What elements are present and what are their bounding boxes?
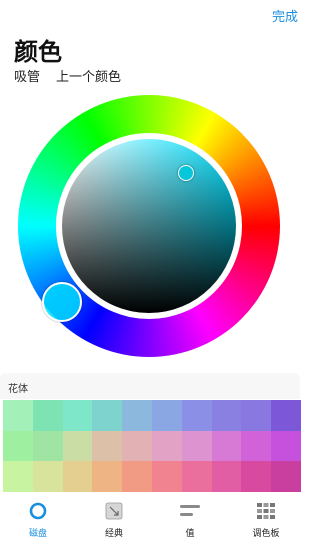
color-swatch[interactable] <box>241 461 272 492</box>
tab-label: 磁盘 <box>28 529 47 539</box>
color-swatch[interactable] <box>3 400 33 431</box>
color-swatch[interactable] <box>62 400 93 431</box>
palette-grid-icon <box>255 500 277 522</box>
color-wheel[interactable] <box>18 95 280 357</box>
color-swatch[interactable] <box>122 430 152 462</box>
color-swatch[interactable] <box>271 400 301 431</box>
color-swatch[interactable] <box>92 461 123 492</box>
color-swatch[interactable] <box>181 430 212 462</box>
color-swatch[interactable] <box>151 430 182 462</box>
palette-section-header: 花体 <box>0 373 300 399</box>
page-title: 颜色 <box>14 38 62 66</box>
previous-color-button[interactable]: 上一个颜色 <box>56 66 121 85</box>
color-swatch[interactable] <box>32 430 63 462</box>
color-swatch[interactable] <box>62 430 93 462</box>
tab-bar: 磁盘 经典 值 调色板 <box>0 496 312 554</box>
tab-palette[interactable]: 调色板 <box>236 500 296 539</box>
color-swatch[interactable] <box>271 430 301 462</box>
color-swatch[interactable] <box>151 461 182 492</box>
tab-disc[interactable]: 磁盘 <box>8 500 68 539</box>
color-swatch[interactable] <box>151 400 182 431</box>
color-swatch[interactable] <box>3 430 33 462</box>
swatch-grid <box>3 400 301 492</box>
tab-classic[interactable]: 经典 <box>84 500 144 539</box>
color-swatch[interactable] <box>271 461 301 492</box>
color-swatch[interactable] <box>241 430 272 462</box>
color-swatch[interactable] <box>122 461 152 492</box>
sliders-icon <box>179 500 201 522</box>
color-swatch[interactable] <box>32 400 63 431</box>
action-row: 吸管 上一个颜色 <box>14 66 121 85</box>
color-swatch[interactable] <box>92 400 123 431</box>
color-swatch[interactable] <box>181 461 212 492</box>
color-swatch[interactable] <box>3 461 33 492</box>
tab-value[interactable]: 值 <box>160 500 220 539</box>
color-swatch[interactable] <box>92 430 123 462</box>
hue-ring-handle[interactable] <box>42 282 82 322</box>
color-swatch[interactable] <box>211 400 242 431</box>
tab-label: 调色板 <box>252 529 280 539</box>
color-swatch[interactable] <box>62 461 93 492</box>
tab-label: 经典 <box>104 529 123 539</box>
palette-section-label: 花体 <box>8 384 28 395</box>
disc-icon <box>27 500 49 522</box>
eyedropper-button[interactable]: 吸管 <box>14 66 40 85</box>
color-swatch[interactable] <box>241 400 272 431</box>
done-button[interactable]: 完成 <box>272 6 298 25</box>
tab-label: 值 <box>185 529 195 539</box>
color-picker-handle[interactable] <box>178 165 194 181</box>
color-swatch[interactable] <box>211 461 242 492</box>
saturation-brightness-disc[interactable] <box>62 139 236 313</box>
color-swatch[interactable] <box>181 400 212 431</box>
color-swatch[interactable] <box>32 461 63 492</box>
classic-square-icon <box>103 500 125 522</box>
color-swatch[interactable] <box>211 430 242 462</box>
color-swatch[interactable] <box>122 400 152 431</box>
